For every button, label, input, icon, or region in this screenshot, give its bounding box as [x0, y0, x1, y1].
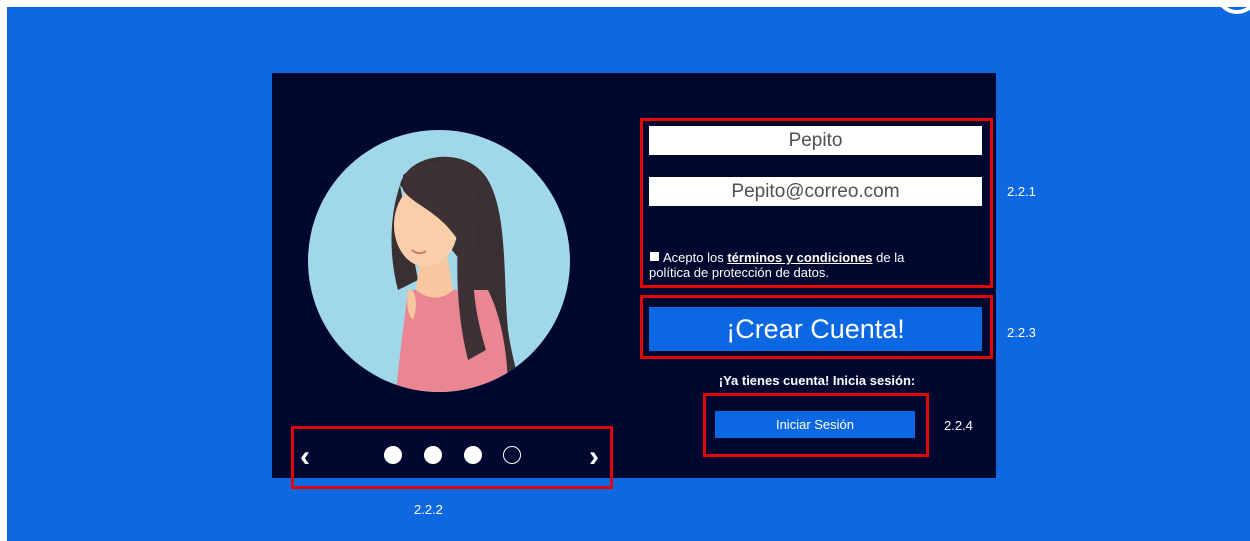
login-prompt: ¡Ya tienes cuenta! Inicia sesión:	[718, 373, 916, 388]
annotation-box-2-2-1	[640, 118, 993, 288]
annotation-label-2-2-4: 2.2.4	[944, 418, 973, 433]
annotation-box-2-2-2	[291, 426, 613, 489]
annotation-label-2-2-3: 2.2.3	[1007, 325, 1036, 340]
annotation-box-2-2-3	[640, 295, 993, 359]
annotation-label-2-2-2: 2.2.2	[414, 502, 443, 517]
user-avatar-woman-icon	[308, 130, 570, 392]
annotation-box-2-2-4	[703, 393, 929, 457]
annotation-label-2-2-1: 2.2.1	[1007, 184, 1036, 199]
